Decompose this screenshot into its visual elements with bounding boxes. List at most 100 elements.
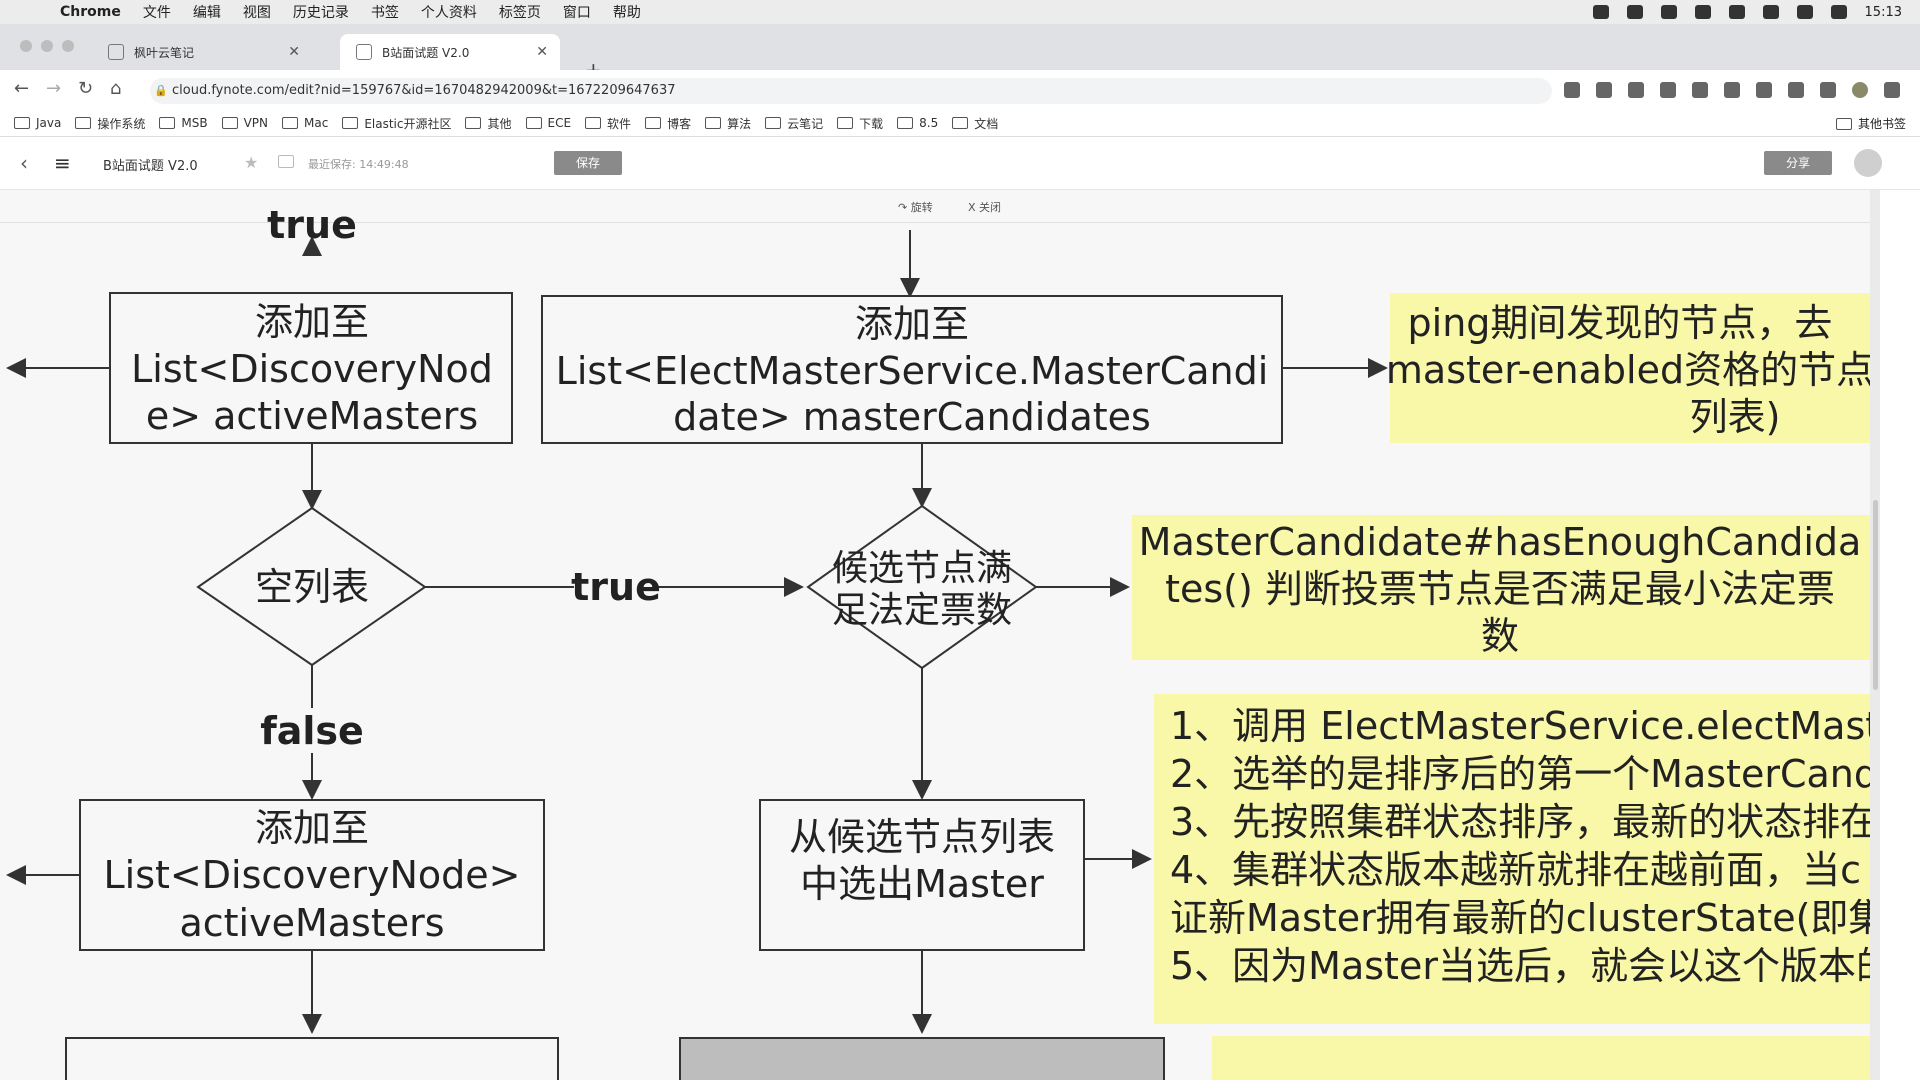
profile-avatar[interactable] (1852, 82, 1868, 98)
star-icon[interactable]: ★ (244, 153, 258, 172)
note-ping[interactable]: ping期间发现的节点，去 master-enabled资格的节点 列表) (1386, 293, 1880, 443)
pen-icon[interactable] (1694, 5, 1711, 19)
menu-profile[interactable]: 个人资料 (421, 2, 477, 22)
svg-text:证新Master拥有最新的clusterState(即集: 证新Master拥有最新的clusterState(即集 (1170, 896, 1880, 940)
extension-icon[interactable] (1756, 82, 1772, 98)
menu-icon[interactable]: ≡ (54, 151, 71, 175)
search-icon[interactable] (1728, 5, 1745, 19)
tab-label: B站面试题 V2.0 (382, 45, 470, 60)
bookmark-item[interactable]: MSB (159, 116, 208, 130)
menu-app[interactable]: Chrome (60, 4, 121, 20)
bookmark-item[interactable]: Mac (282, 116, 328, 130)
decision-empty-list[interactable]: 空列表 (196, 506, 427, 667)
bookmark-label: 其他书签 (1857, 117, 1906, 131)
box-active-masters-bottom[interactable]: 添加至 List<DiscoveryNode> activeMasters (79, 799, 545, 951)
bookmark-item[interactable]: 其他 (465, 115, 512, 132)
other-bookmarks[interactable]: 其他书签 (1835, 115, 1906, 132)
decision-enough-candidates[interactable]: 候选节点满 足法定票数 (806, 504, 1038, 670)
bookmark-label: 软件 (607, 116, 632, 131)
svg-text:添加至: 添加至 (255, 300, 369, 344)
kebab-menu-icon[interactable] (1884, 82, 1900, 98)
svg-text:4、集群状态版本越新就排在越前面，当c: 4、集群状态版本越新就排在越前面，当c (1170, 848, 1861, 892)
bookmark-item[interactable]: 下载 (837, 115, 883, 132)
box-select-master[interactable]: 从候选节点列表 中选出Master (759, 799, 1085, 951)
svg-text:tes() 判断投票节点是否满足最小法定票: tes() 判断投票节点是否满足最小法定票 (1165, 567, 1835, 611)
close-icon[interactable]: ✕ (288, 44, 300, 60)
reload-icon[interactable]: ↻ (78, 78, 93, 99)
back-icon[interactable]: ← (14, 78, 29, 99)
bookmark-label: MSB (181, 116, 208, 130)
menu-view[interactable]: 视图 (243, 2, 271, 22)
bookmark-item[interactable]: VPN (221, 116, 268, 130)
folder-icon[interactable] (278, 155, 294, 168)
zoom-window-button[interactable] (62, 40, 74, 52)
menu-tabs[interactable]: 标签页 (499, 2, 541, 22)
svg-text:数: 数 (1481, 614, 1519, 658)
bookmark-item[interactable]: Java (14, 116, 61, 130)
bookmark-item[interactable]: 软件 (585, 115, 631, 132)
menu-history[interactable]: 历史记录 (293, 2, 349, 22)
extension-icons (1564, 82, 1900, 98)
forward-icon[interactable]: → (46, 78, 61, 99)
close-icon[interactable]: ✕ (536, 44, 548, 60)
menu-help[interactable]: 帮助 (613, 2, 641, 22)
note-has-enough-candidates[interactable]: MasterCandidate#hasEnoughCandida tes() 判… (1132, 515, 1880, 660)
menu-window[interactable]: 窗口 (563, 2, 591, 22)
bookmark-item[interactable]: ECE (525, 116, 571, 130)
wifi-icon[interactable] (1796, 5, 1813, 19)
svg-text:master-enabled资格的节点: master-enabled资格的节点 (1386, 348, 1874, 392)
back-icon[interactable]: ‹ (20, 151, 28, 175)
puzzle-icon[interactable] (1788, 82, 1804, 98)
bookmark-item[interactable]: 算法 (705, 115, 751, 132)
bookmark-label: Java (36, 116, 62, 130)
menu-bookmarks[interactable]: 书签 (371, 2, 399, 22)
save-button[interactable]: 保存 (554, 151, 622, 175)
sidebar-icon[interactable] (1820, 82, 1836, 98)
bookmark-item[interactable]: 文档 (952, 115, 998, 132)
svg-text:1、调用 ElectMasterService.electM: 1、调用 ElectMasterService.electMaster (1170, 704, 1880, 748)
bookmark-item[interactable]: Elastic开源社区 (342, 115, 451, 132)
svg-text:e> activeMasters: e> activeMasters (146, 394, 478, 438)
bookmark-item[interactable]: 8.5 (897, 116, 938, 130)
box-next-center[interactable] (679, 1037, 1165, 1080)
svg-text:足法定票数: 足法定票数 (832, 590, 1012, 631)
user-avatar[interactable] (1854, 149, 1882, 177)
bookmark-item[interactable]: 操作系统 (75, 115, 145, 132)
home-icon[interactable]: ⌂ (110, 78, 121, 99)
flowchart: true true false 添加至 List<DiscoveryNod e>… (6, 203, 1880, 1080)
bookmark-icon[interactable] (1660, 5, 1677, 19)
bookmark-label: Mac (304, 116, 329, 130)
scrollbar-thumb[interactable] (1873, 500, 1878, 690)
share-page-icon[interactable] (1564, 82, 1580, 98)
wechat-icon[interactable] (1626, 5, 1643, 19)
box-master-candidates[interactable]: 添加至 List<ElectMasterService.MasterCandi … (541, 295, 1283, 444)
folder-icon (837, 117, 854, 129)
status-app-icon[interactable] (1592, 5, 1609, 19)
extension-icon[interactable] (1660, 82, 1676, 98)
share-button[interactable]: 分享 (1764, 151, 1832, 175)
bookmark-item[interactable]: 云笔记 (765, 115, 823, 132)
tab-interview[interactable]: B站面试题 V2.0 ✕ (340, 34, 560, 70)
extension-icon[interactable] (1724, 82, 1740, 98)
clock[interactable]: 15:13 (1865, 5, 1902, 20)
address-bar[interactable]: 🔒 cloud.fynote.com/edit?nid=159767&id=16… (150, 78, 1552, 104)
svg-text:从候选节点列表: 从候选节点列表 (789, 815, 1055, 859)
box-active-masters-top[interactable]: 添加至 List<DiscoveryNod e> activeMasters (109, 292, 513, 444)
extension-icon[interactable] (1692, 82, 1708, 98)
note-election-steps[interactable]: 1、调用 ElectMasterService.electMaster 2、选举… (1154, 694, 1880, 1024)
lock-icon[interactable]: 🔒 (154, 78, 168, 104)
close-window-button[interactable] (20, 40, 32, 52)
menu-file[interactable]: 文件 (143, 2, 171, 22)
diagram-canvas[interactable]: ↷ 旋转 X 关闭 true true false 添加至 List<Disco… (0, 190, 1880, 1080)
star-icon[interactable] (1596, 82, 1612, 98)
extension-icon[interactable] (1628, 82, 1644, 98)
bookmark-item[interactable]: 博客 (645, 115, 691, 132)
control-center-icon[interactable] (1830, 5, 1847, 19)
svg-text:date> masterCandidates: date> masterCandidates (673, 395, 1151, 439)
menu-edit[interactable]: 编辑 (193, 2, 221, 22)
note-next[interactable] (1212, 1036, 1880, 1080)
minimize-window-button[interactable] (41, 40, 53, 52)
battery-icon[interactable] (1762, 5, 1779, 19)
tab-fynote[interactable]: 枫叶云笔记 ✕ (92, 34, 312, 70)
box-next-left[interactable] (65, 1037, 559, 1080)
